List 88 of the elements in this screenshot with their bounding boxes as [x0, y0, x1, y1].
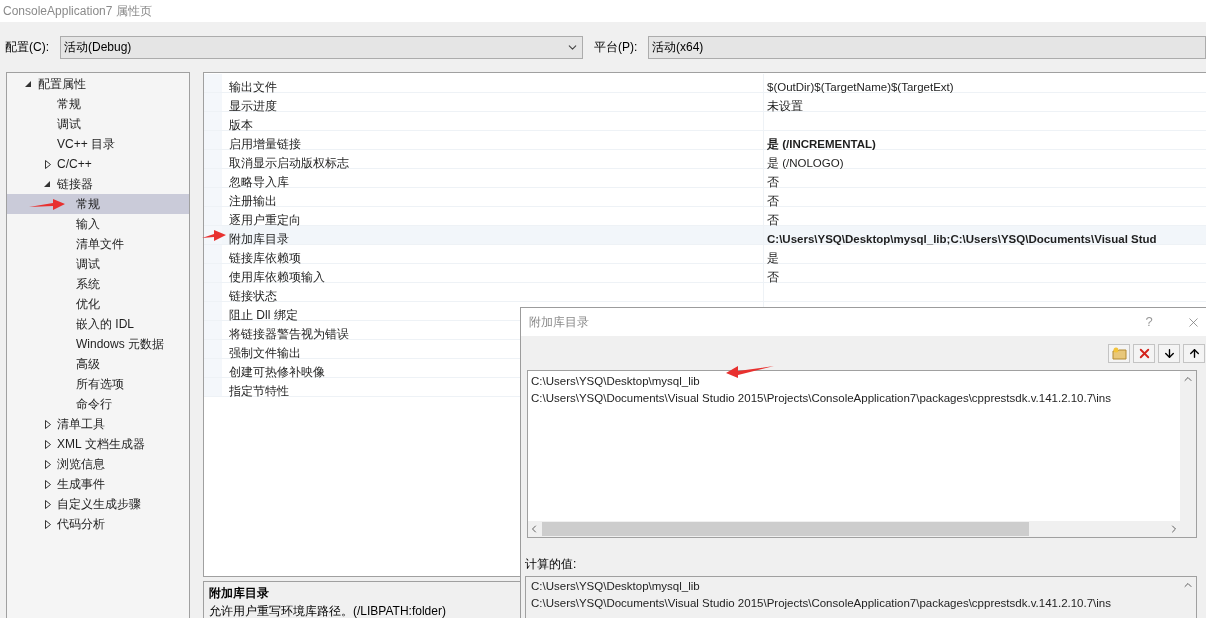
computed-label: 计算的值:	[525, 556, 577, 573]
property-value: 否	[767, 214, 779, 226]
property-row[interactable]: 取消显示启动版权标志 是 (/NOLOGO)	[204, 150, 1206, 169]
property-row[interactable]: 链接库依赖项 是	[204, 245, 1206, 264]
property-row[interactable]: 版本	[204, 112, 1206, 131]
property-row[interactable]: 启用增量链接 是 (/INCREMENTAL)	[204, 131, 1206, 150]
tree-item[interactable]: 链接器	[7, 174, 189, 194]
tree-item[interactable]: 配置属性	[7, 74, 189, 94]
tree-item[interactable]: 所有选项	[7, 374, 189, 394]
tree-item[interactable]: 常规	[7, 94, 189, 114]
tree-item[interactable]: 生成事件	[7, 474, 189, 494]
tree-item[interactable]: 浏览信息	[7, 454, 189, 474]
property-row[interactable]: 附加库目录 C:\Users\YSQ\Desktop\mysql_lib;C:\Users\YSQ\Documents\Visual Stud	[204, 226, 1206, 245]
property-row[interactable]: 输出文件 $(OutDir)$(TargetName)$(TargetExt)	[204, 74, 1206, 93]
config-label: 配置(C):	[4, 39, 50, 56]
tree-item[interactable]: 命令行	[7, 394, 189, 414]
tree-item[interactable]: 系统	[7, 274, 189, 294]
property-name: 取消显示启动版权标志	[229, 156, 349, 170]
property-name: 创建可热修补映像	[229, 365, 325, 379]
computed-entry: C:\Users\YSQ\Desktop\mysql_lib	[531, 579, 701, 594]
property-name: 注册输出	[229, 194, 277, 208]
property-name: 逐用户重定向	[229, 213, 301, 227]
collapse-triangle-icon[interactable]	[44, 180, 51, 188]
scroll-thumb[interactable]	[542, 522, 1029, 536]
tree-item[interactable]: 清单工具	[7, 414, 189, 434]
property-name: 使用库依赖项输入	[229, 270, 325, 284]
property-name: 将链接器警告视为错误	[229, 327, 349, 341]
directory-entry[interactable]: C:\Users\YSQ\Documents\Visual Studio 2015\Projects\ConsoleApplication7\packages\cpprestsdk.v.141.2.10.7\ins	[531, 390, 1180, 407]
expand-triangle-icon[interactable]	[44, 159, 51, 169]
property-value: 是 (/INCREMENTAL)	[767, 138, 876, 150]
property-name: 显示进度	[229, 99, 277, 113]
property-name: 忽略导入库	[229, 175, 289, 189]
tree-item[interactable]: Windows 元数据	[7, 334, 189, 354]
property-name: 指定节特性	[229, 384, 289, 398]
property-name: 版本	[229, 118, 253, 132]
tree-item[interactable]: 调试	[7, 114, 189, 134]
property-name: 链接状态	[229, 289, 277, 303]
property-row[interactable]: 使用库依赖项输入 否	[204, 264, 1206, 283]
description-title: 附加库目录	[209, 585, 269, 602]
property-name: 附加库目录	[229, 232, 289, 246]
move-down-button[interactable]	[1158, 343, 1180, 363]
annotation-arrow-drawing	[202, 229, 226, 243]
tree-item[interactable]: 代码分析	[7, 514, 189, 534]
config-dropdown[interactable]: 活动(Debug)	[60, 35, 583, 59]
annotation-arrow-drawing	[29, 198, 65, 212]
property-value: 未设置	[767, 100, 803, 112]
tree-item[interactable]: 清单文件	[7, 234, 189, 254]
annotation-arrow-drawing	[726, 365, 774, 379]
collapse-triangle-icon[interactable]	[25, 80, 32, 88]
window-title: ConsoleApplication7 属性页	[3, 3, 152, 20]
tree-item[interactable]: 高级	[7, 354, 189, 374]
property-value: $(OutDir)$(TargetName)$(TargetExt)	[767, 81, 954, 93]
tree-item[interactable]: XML 文档生成器	[7, 434, 189, 454]
property-row[interactable]: 注册输出 否	[204, 188, 1206, 207]
tree-item[interactable]: 优化	[7, 294, 189, 314]
property-row[interactable]: 链接状态	[204, 283, 1206, 302]
property-value: 否	[767, 195, 779, 207]
tree-item[interactable]: 调试	[7, 254, 189, 274]
tree-item[interactable]: 自定义生成步骤	[7, 494, 189, 514]
platform-label: 平台(P):	[594, 39, 639, 56]
platform-dropdown[interactable]: 活动(x64)	[648, 35, 1206, 59]
property-value: C:\Users\YSQ\Desktop\mysql_lib;C:\Users\YSQ\Documents\Visual Stud	[767, 233, 1157, 245]
description-text: 允许用户重写环境库路径。(/LIBPATH:folder)	[209, 603, 446, 618]
tree-item[interactable]: 嵌入的 IDL	[7, 314, 189, 334]
property-value: 否	[767, 271, 779, 283]
property-value: 否	[767, 176, 779, 188]
delete-button[interactable]	[1133, 343, 1155, 363]
property-row[interactable]: 忽略导入库 否	[204, 169, 1206, 188]
property-row[interactable]: 显示进度 未设置	[204, 93, 1206, 112]
vertical-scrollbar[interactable]	[1180, 371, 1196, 537]
property-name: 启用增量链接	[229, 137, 301, 151]
tree-item[interactable]: C/C++	[7, 154, 189, 174]
property-name: 强制文件输出	[229, 346, 301, 360]
property-value: 是 (/NOLOGO)	[767, 157, 844, 169]
arrow-down-icon	[1162, 346, 1176, 360]
property-name: 输出文件	[229, 80, 277, 94]
folder-icon	[1111, 346, 1127, 360]
tree-item[interactable]: 输入	[7, 214, 189, 234]
tree-item[interactable]: VC++ 目录	[7, 134, 189, 154]
property-name: 阻止 Dll 绑定	[229, 308, 298, 322]
directory-entry[interactable]: C:\Users\YSQ\Desktop\mysql_lib	[531, 373, 1180, 390]
property-name: 链接库依赖项	[229, 251, 301, 265]
tree-item[interactable]: 常规	[7, 194, 189, 214]
arrow-up-icon	[1187, 346, 1201, 360]
move-up-button[interactable]	[1183, 343, 1205, 363]
computed-entry: C:\Users\YSQ\Documents\Visual Studio 2015\Projects\ConsoleApplication7\packages\cpprestsdk.v.141.2.10.7\ins	[531, 596, 1112, 611]
property-value: 是	[767, 252, 779, 264]
horizontal-scrollbar[interactable]	[528, 521, 1180, 537]
